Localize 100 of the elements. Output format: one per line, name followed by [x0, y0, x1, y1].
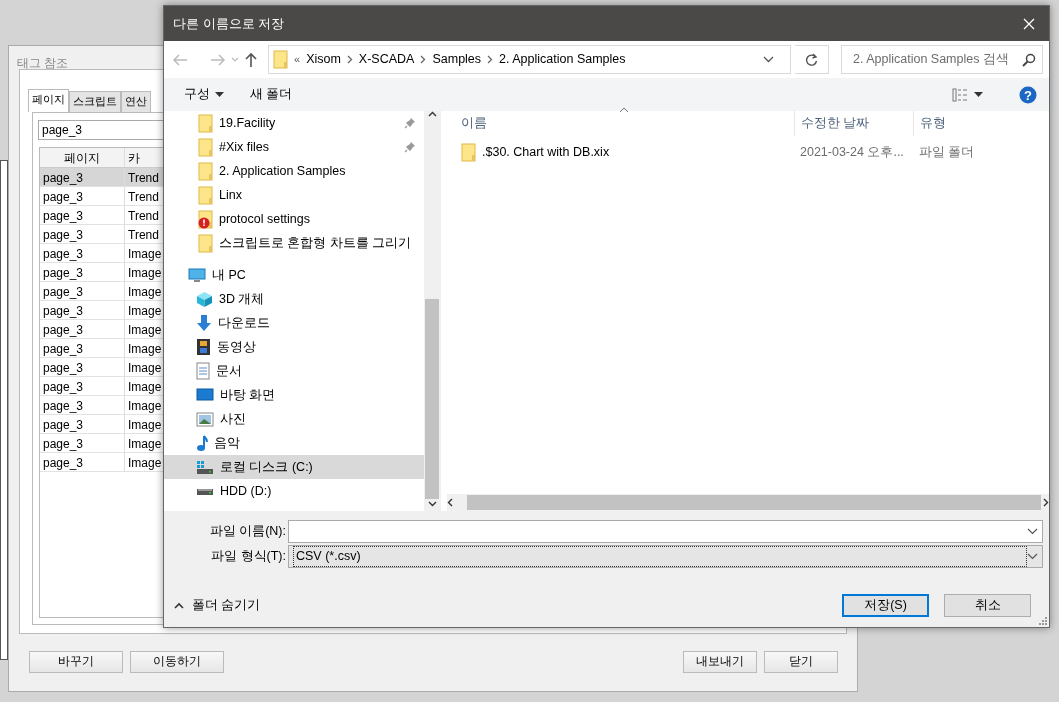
up-arrow-icon[interactable] [244, 51, 258, 68]
close-icon [1023, 18, 1035, 31]
film-icon [196, 338, 211, 356]
help-icon[interactable]: ? [1019, 85, 1037, 104]
file-type: 파일 폴더 [918, 143, 976, 161]
scroll-down-icon[interactable] [427, 501, 437, 507]
field-label: 파일 이름(N): [208, 523, 287, 541]
button[interactable]: 이동하기 [130, 651, 224, 673]
dropdown-caret-icon[interactable] [1027, 528, 1038, 535]
nav-item[interactable]: 내 PC [164, 263, 424, 287]
folder-icon [273, 50, 288, 69]
breadcrumb-item[interactable]: X-SCADA [358, 50, 415, 69]
chevron-right-icon [346, 55, 353, 64]
pin-icon[interactable] [404, 141, 416, 153]
button[interactable]: 저장(S) [842, 594, 929, 617]
table-cell: page_3 [40, 320, 125, 338]
window-title: 다른 이름으로 저장 [173, 14, 286, 33]
nav-item[interactable]: Linx [164, 183, 424, 207]
button[interactable]: 취소 [944, 594, 1031, 617]
nav-item[interactable]: 사진 [164, 407, 424, 431]
search-field[interactable]: 2. Application Samples 검색 [841, 45, 1043, 74]
column-header[interactable]: 유형 [913, 111, 1049, 136]
nav-item[interactable]: #Xix files [164, 135, 424, 159]
scrollbar[interactable] [424, 111, 440, 511]
column-header[interactable]: 페이지 [40, 148, 125, 167]
table-cell: page_3 [40, 339, 125, 357]
window-title: 태그 참조 [16, 55, 70, 72]
folder-icon [198, 137, 213, 157]
nav-item[interactable]: 문서 [164, 359, 424, 383]
table-cell: page_3 [40, 225, 125, 243]
breadcrumb-item[interactable]: Samples [432, 50, 482, 69]
dropdown-caret-icon[interactable] [763, 56, 774, 63]
nav-item[interactable]: 동영상 [164, 335, 424, 359]
nav-item[interactable]: protocol settings [164, 207, 424, 231]
scroll-left-icon[interactable] [447, 498, 453, 507]
button[interactable]: 닫기 [764, 651, 838, 673]
drive-icon [196, 459, 214, 475]
nav-item[interactable]: 19.Facility [164, 111, 424, 135]
folder-icon [461, 142, 476, 162]
overflow-chevron[interactable]: « [294, 51, 301, 68]
table-cell: page_3 [40, 415, 125, 433]
nav-item[interactable]: 바탕 화면 [164, 383, 424, 407]
picture-icon [196, 411, 214, 427]
file-date: 2021-03-24 오후... [799, 143, 905, 161]
tab[interactable]: 페이지 [28, 89, 69, 112]
chevron-up-icon [174, 602, 184, 609]
table-cell: page_3 [40, 453, 125, 471]
button[interactable]: 내보내기 [683, 651, 757, 673]
table-cell: page_3 [40, 263, 125, 281]
table-cell: page_3 [40, 244, 125, 262]
caret-icon[interactable] [974, 92, 983, 97]
table-row[interactable]: page_3 Trend [40, 168, 166, 187]
breadcrumb-item[interactable]: 2. Application Samples [499, 50, 626, 69]
column-header[interactable]: 이름 [441, 114, 794, 133]
nav-item[interactable]: 음악 [164, 431, 424, 455]
file-name-field[interactable] [288, 520, 1043, 543]
organize-button[interactable]: 구성 [180, 83, 228, 106]
folder-icon [198, 161, 213, 181]
nav-item[interactable]: 스크립트로 혼합형 차트를 그리기 [164, 231, 424, 255]
resize-grip-icon[interactable] [1039, 617, 1047, 625]
column-header[interactable]: 수정한 날짜 [794, 111, 913, 136]
file-row[interactable]: .$30. Chart with DB.xix 2021-03-24 오후... 파일 폴더 [441, 140, 1049, 164]
table-cell: page_3 [40, 282, 125, 300]
folder-warning-icon [198, 209, 213, 229]
table-cell: page_3 [40, 301, 125, 319]
file-type-select[interactable]: CSV (*.csv) [288, 545, 1043, 568]
pin-icon[interactable] [404, 117, 416, 129]
dropdown-caret-icon[interactable] [1027, 553, 1038, 560]
computer-icon [188, 267, 206, 283]
nav-item[interactable]: 다운로드 [164, 311, 424, 335]
table-cell: page_3 [40, 358, 125, 376]
table-cell: page_3 [40, 377, 125, 395]
search-icon[interactable] [1022, 52, 1036, 67]
scroll-up-icon[interactable] [427, 111, 437, 117]
nav-item[interactable]: 3D 개체 [164, 287, 424, 311]
refresh-icon [805, 52, 818, 67]
address-bar[interactable]: « Xisom X-SCADA Samples 2. Application Samples [268, 45, 791, 74]
scrollbar[interactable] [447, 494, 1049, 511]
new-folder-button[interactable]: 새 폴더 [246, 83, 297, 106]
hide-folders-toggle[interactable]: 폴더 숨기기 [174, 596, 261, 615]
refresh-button[interactable] [795, 45, 829, 74]
desktop-icon [196, 388, 214, 402]
folder-icon [198, 113, 213, 133]
tab[interactable]: 스크립트 [69, 91, 121, 112]
table-cell: page_3 [40, 434, 125, 452]
scroll-right-icon[interactable] [1043, 498, 1049, 507]
table-cell: page_3 [40, 396, 125, 414]
sort-caret-icon [619, 107, 629, 113]
chevron-right-icon [420, 55, 427, 64]
tab[interactable]: 연산 [121, 91, 151, 112]
nav-item[interactable]: HDD (D:) [164, 479, 424, 503]
cube-icon [196, 290, 213, 308]
caret-icon [215, 92, 224, 97]
download-icon [196, 314, 212, 332]
button[interactable]: 바꾸기 [29, 651, 123, 673]
nav-item[interactable]: 로컬 디스크 (C:) [164, 455, 424, 479]
breadcrumb-item[interactable]: Xisom [306, 50, 341, 69]
folder-icon [198, 233, 213, 253]
nav-item[interactable]: 2. Application Samples [164, 159, 424, 183]
document-icon [196, 362, 210, 380]
